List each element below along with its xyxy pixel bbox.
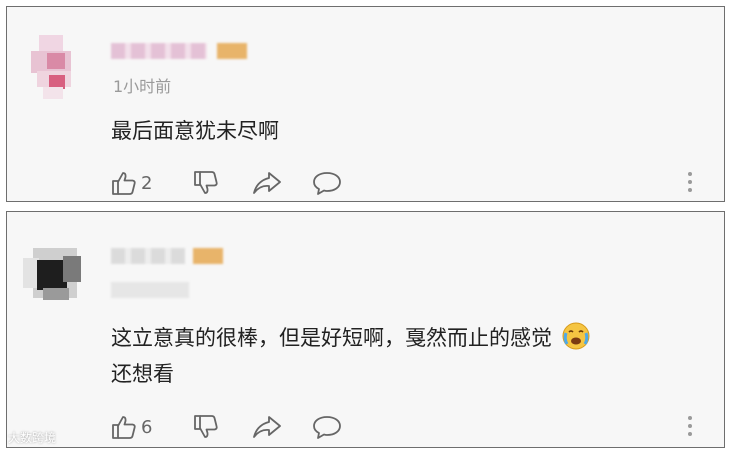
crying-face-emoji [561,321,591,351]
share-icon [252,170,282,196]
dislike-button[interactable] [193,414,219,440]
more-options-button[interactable] [683,414,697,438]
share-button[interactable] [252,170,282,196]
like-button[interactable]: 2 [111,170,152,196]
like-button[interactable]: 6 [111,414,152,440]
like-count: 6 [141,416,153,438]
avatar[interactable] [23,35,87,99]
comment-card: 这立意真的很棒，但是好短啊，戛然而止的感觉 还想看 6 [6,211,725,448]
username[interactable] [111,248,185,264]
comment-text-line2: 还想看 [111,362,174,386]
more-options-button[interactable] [683,170,697,194]
comment-text: 最后面意犹未尽啊 [111,119,279,143]
comment-time [111,282,189,298]
watermark: 大数跨境 [8,431,57,445]
comment-text: 这立意真的很棒，但是好短啊，戛然而止的感觉 还想看 [111,320,711,392]
comment-icon [312,414,342,440]
user-badge [217,43,247,59]
thumbs-down-icon [193,414,219,440]
thumbs-down-icon [193,170,219,196]
share-icon [252,414,282,440]
thumbs-up-icon [111,170,137,196]
comment-icon [312,170,342,196]
username[interactable] [111,43,207,59]
thumbs-up-icon [111,414,137,440]
comment-time: 1小时前 [113,77,172,96]
share-button[interactable] [252,414,282,440]
user-badge [193,248,223,264]
like-count: 2 [141,172,153,194]
comment-card: 1小时前 最后面意犹未尽啊 2 [6,6,725,202]
comment-text-line1: 这立意真的很棒，但是好短啊，戛然而止的感觉 [111,326,552,350]
avatar[interactable] [23,240,87,304]
dislike-button[interactable] [193,170,219,196]
reply-button[interactable] [312,170,342,196]
reply-button[interactable] [312,414,342,440]
